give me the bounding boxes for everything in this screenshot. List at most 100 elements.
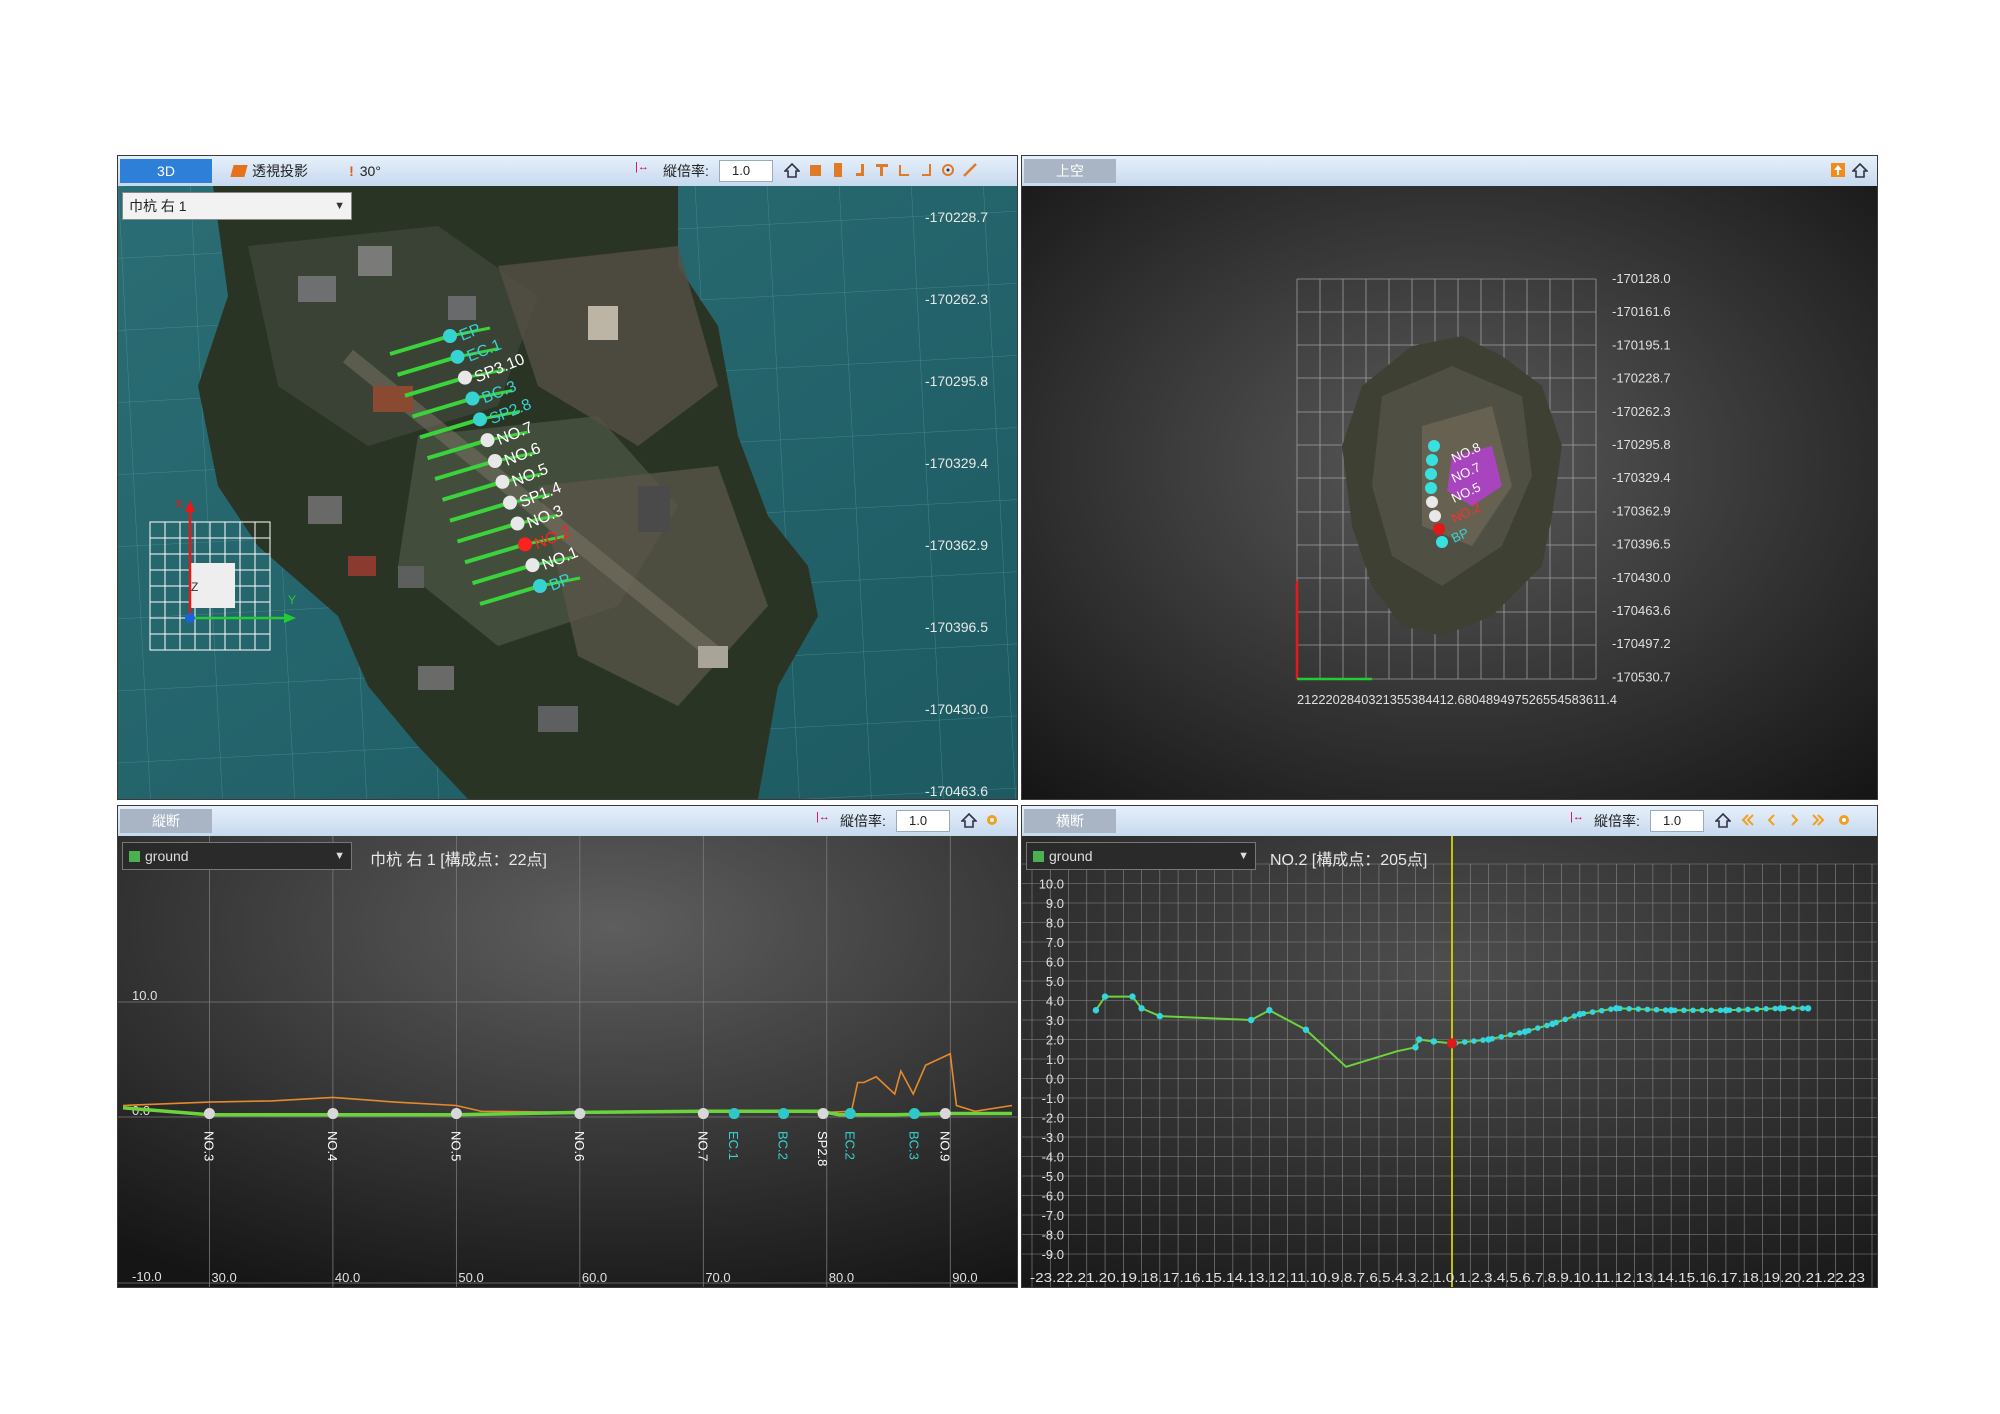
chevron-down-icon: ▼ (1238, 850, 1249, 862)
cross-section-chart[interactable]: 11.010.09.08.07.06.05.04.03.02.01.00.0-1… (1022, 836, 1877, 1287)
point-cloud-3d-view[interactable]: EPEC.1SP3.10BC.3SP2.8NO.7NO.6NO.5SP1.4NO… (118, 186, 1017, 799)
station-marker (450, 349, 465, 364)
pin-icon[interactable] (1830, 162, 1846, 178)
tab-cross-section[interactable]: 横断 (1024, 809, 1116, 833)
y-tick-label: -7.0 (1042, 1208, 1064, 1223)
top-view-toolbar: 上空 (1022, 156, 1877, 187)
exaggeration-icon: |↔ (816, 811, 830, 823)
view-left-icon[interactable] (830, 162, 846, 178)
exaggeration-label: 縦倍率: (840, 813, 886, 829)
layer-select-value: ground (1049, 848, 1093, 864)
view-back-icon[interactable] (874, 162, 890, 178)
previous-section-icon[interactable] (1763, 812, 1779, 828)
y-tick-label: -170362.9 (925, 537, 988, 553)
settings-gear-icon[interactable] (1836, 812, 1852, 828)
last-section-icon[interactable] (1811, 812, 1827, 828)
ground-point (1617, 1005, 1623, 1012)
exaggeration-icon: |↔ (1570, 811, 1584, 823)
ground-point (1745, 1006, 1751, 1013)
y-tick-label: -170228.7 (1612, 371, 1671, 386)
station-label: NO.5 (448, 1131, 463, 1161)
exaggeration-input[interactable]: 1.0 (1650, 810, 1704, 832)
tab-top-view[interactable]: 上空 (1024, 159, 1116, 183)
ground-point (1461, 1039, 1468, 1045)
longitudinal-title: 巾杭 右 1 [構成点：22点] (370, 852, 547, 869)
station-point (939, 1108, 951, 1120)
y-tick-label: -4.0 (1042, 1150, 1064, 1165)
tab-longitudinal[interactable]: 縦断 (120, 809, 212, 833)
y-tick-label: -170362.9 (1612, 503, 1671, 518)
exaggeration-input[interactable]: 1.0 (896, 810, 950, 832)
chevron-down-icon: ▼ (334, 200, 345, 212)
route-select[interactable]: 巾杭 右 1 ▼ (122, 192, 352, 220)
tab-fov[interactable]: ! 30° (330, 159, 400, 183)
route-select-value: 巾杭 右 1 (129, 198, 187, 214)
first-section-icon[interactable] (1739, 812, 1755, 828)
view-bottom-icon[interactable] (918, 162, 934, 178)
tab-3d[interactable]: 3D (120, 159, 212, 183)
y-tick-label: -6.0 (1042, 1189, 1064, 1204)
station-point (844, 1108, 856, 1120)
y-tick-label: -10.0 (132, 1269, 162, 1284)
ground-point (1156, 1012, 1164, 1020)
station-point (203, 1108, 215, 1120)
exaggeration-input[interactable]: 1.0 (719, 160, 773, 182)
station-point (697, 1108, 709, 1120)
station-point (327, 1108, 339, 1120)
home-icon[interactable] (1715, 812, 1731, 828)
top-view-canvas[interactable]: NO.8NO.7NO.5NO.2BP -170128.0-170161.6-17… (1022, 186, 1877, 799)
y-tick-label: -170463.6 (925, 783, 988, 799)
ground-point (1553, 1019, 1559, 1026)
rotate-icon[interactable] (940, 162, 956, 178)
cross-x-tick-labels: -23.22.21.20.19.18.17.16.15.14.13.12.11.… (1030, 1270, 1865, 1285)
y-tick-label: 0.0 (1046, 1072, 1064, 1087)
gizmo-x-label: X (175, 497, 183, 511)
center-point (1447, 1038, 1457, 1049)
station-marker (495, 474, 510, 489)
ground-point (1589, 1009, 1596, 1015)
station-point (817, 1108, 829, 1120)
view-right-icon[interactable] (852, 162, 868, 178)
y-tick-label: -170295.8 (1612, 437, 1671, 452)
home-icon[interactable] (1852, 162, 1868, 178)
cross-section-title: NO.2 [構成点：205点] (1270, 852, 1428, 869)
longitudinal-profile-chart[interactable]: 30.0 40.0 50.0 60.0 70.0 80.0 90.010.00.0-10.0… (118, 836, 1017, 1287)
y-tick-label: 10.0 (1039, 877, 1064, 892)
y-tick-label: 7.0 (1046, 935, 1064, 950)
ground-point (1430, 1038, 1437, 1045)
ground-point (1571, 1013, 1578, 1019)
view-top-icon[interactable] (896, 162, 912, 178)
ground-point (1489, 1035, 1495, 1042)
y-tick-label: 4.0 (1046, 994, 1064, 1009)
y-tick-label: 6.0 (1046, 955, 1064, 970)
ground-point (1671, 1007, 1678, 1014)
ground-point (1580, 1010, 1587, 1017)
home-icon[interactable] (961, 812, 977, 828)
view-front-icon[interactable] (808, 162, 824, 178)
ground-point (1626, 1005, 1632, 1012)
station-point (778, 1108, 790, 1120)
layer-select[interactable]: ground ▼ (122, 842, 352, 870)
fov-icon: ! (349, 163, 354, 179)
y-tick-label: -170530.7 (1612, 669, 1671, 684)
ground-point (1772, 1005, 1779, 1012)
ground-point (1726, 1007, 1733, 1013)
measure-icon[interactable] (962, 162, 978, 178)
ground-point (1535, 1025, 1541, 1031)
station-label: BC.2 (776, 1131, 791, 1160)
ground-point (1717, 1007, 1724, 1014)
settings-gear-icon[interactable] (984, 812, 1000, 828)
y-tick-label: -170430.0 (925, 701, 988, 717)
layer-select[interactable]: ground ▼ (1026, 842, 1256, 870)
home-icon[interactable] (784, 162, 800, 178)
ground-point (1790, 1005, 1797, 1012)
ground-point (1735, 1006, 1742, 1013)
next-section-icon[interactable] (1787, 812, 1803, 828)
layer-select-value: ground (145, 848, 189, 864)
y-tick-label: 1.0 (1046, 1052, 1064, 1067)
layer-color-swatch (1033, 851, 1044, 862)
tab-perspective[interactable]: 透視投影 (214, 159, 326, 183)
longitudinal-toolbar: 縦断 |↔ 縦倍率: 1.0 (118, 806, 1017, 837)
y-tick-label: -170396.5 (925, 619, 988, 635)
y-tick-label: -9.0 (1042, 1247, 1064, 1262)
